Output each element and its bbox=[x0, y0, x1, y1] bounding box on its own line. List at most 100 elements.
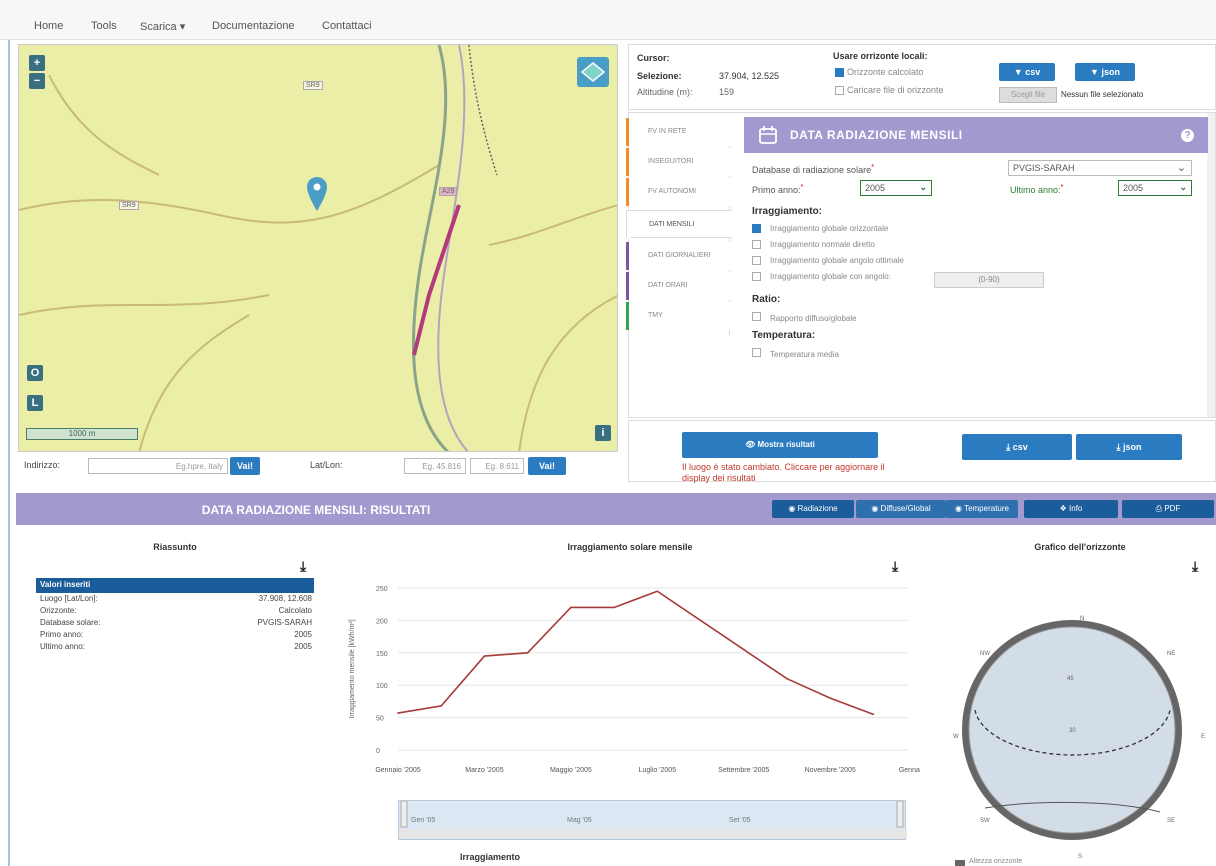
pdf-button[interactable]: ⎙ PDF bbox=[1122, 500, 1214, 518]
horizon-dir: NW bbox=[980, 651, 990, 657]
cursor-panel: Cursor: Selezione: 37.904, 12.525 Altitu… bbox=[628, 44, 1216, 110]
nav-tools[interactable]: Tools bbox=[91, 20, 117, 32]
horizon-json-button[interactable]: ▼ json bbox=[1075, 63, 1135, 81]
calendar-icon bbox=[759, 126, 777, 144]
tab-tmy[interactable]: TMY bbox=[626, 302, 730, 330]
horizon-chart: N NW NE W E SW SE S 45 30 bbox=[953, 616, 1205, 860]
lon-input[interactable]: Eg. 8.611 bbox=[470, 458, 524, 474]
tab-monthly[interactable]: DATI MENSILI bbox=[626, 210, 732, 239]
download-icon[interactable]: ⤓ bbox=[1192, 558, 1198, 575]
horizon-ring-label: 30 bbox=[1069, 728, 1076, 734]
tab-hourly[interactable]: DATI ORARI bbox=[626, 272, 730, 300]
scrollbar[interactable] bbox=[1207, 113, 1215, 417]
data-point bbox=[570, 606, 572, 609]
choose-file-button[interactable]: Scegli file bbox=[999, 87, 1057, 103]
start-year-label: Primo anno:* bbox=[752, 182, 804, 195]
next-chart-title: Irraggiamento bbox=[459, 852, 520, 862]
map-terrain bbox=[19, 45, 617, 451]
data-point bbox=[526, 652, 529, 654]
x-tick-label: Gennaio '2005 bbox=[375, 767, 420, 774]
nav-contact[interactable]: Contattaci bbox=[322, 20, 372, 32]
data-point bbox=[742, 648, 745, 651]
horizon-calc-label: Orizzonte calcolato bbox=[847, 67, 924, 77]
help-icon[interactable]: ? bbox=[1181, 129, 1194, 142]
temperature-checkbox[interactable] bbox=[752, 348, 761, 357]
ratio-checkbox[interactable] bbox=[752, 312, 761, 321]
tab-tracking[interactable]: INSEGUITORI bbox=[626, 148, 730, 176]
eye-icon: ◉ bbox=[871, 504, 879, 513]
horizon-file-label: Caricare file di orizzonte bbox=[847, 85, 944, 95]
horizon-csv-button[interactable]: ▼ csv bbox=[999, 63, 1055, 81]
map-button-l[interactable]: L bbox=[27, 395, 43, 411]
x-tick-label: Settembre '2005 bbox=[718, 767, 769, 774]
irr-global-h-checkbox[interactable] bbox=[752, 224, 761, 233]
results-csv-button[interactable]: ⤓ csv bbox=[962, 434, 1072, 460]
irr-optimal-checkbox[interactable] bbox=[752, 256, 761, 265]
data-point bbox=[656, 590, 659, 593]
range-navigator[interactable]: Gen '05 Mag '05 Set '05 bbox=[398, 800, 907, 840]
irr-direct-checkbox[interactable] bbox=[752, 240, 761, 249]
horizon-options-title: Usare orrizonte locali: bbox=[833, 51, 928, 61]
horizon-legend: Altezza orizzonte bbox=[969, 858, 1023, 865]
left-border bbox=[8, 40, 10, 866]
irr-option-label: Irraggiamento normale diretto bbox=[770, 240, 875, 249]
lat-input[interactable]: Eg. 45.816 bbox=[404, 458, 466, 474]
no-file-label: Nessun file selezionato bbox=[1061, 90, 1144, 99]
horizon-file-checkbox[interactable] bbox=[835, 86, 844, 95]
end-year-select[interactable]: 2005 ⌄ bbox=[1118, 180, 1192, 196]
latlon-go-button[interactable]: Vai! bbox=[528, 457, 566, 475]
horizon-dir: E bbox=[1201, 734, 1205, 740]
summary-row: Orizzonte: Calcolato bbox=[40, 606, 312, 615]
location-changed-warning: Il luogo è stato cambiato. Cliccare per … bbox=[682, 462, 885, 483]
navigator-label: Mag '05 bbox=[567, 817, 592, 824]
map-info-button[interactable]: i bbox=[595, 425, 611, 441]
tab-daily[interactable]: DATI GIORNALIERI bbox=[626, 242, 730, 270]
irr-option-label: Irraggiamento globale angolo ottimale bbox=[770, 256, 904, 265]
info-icon: ❖ bbox=[1059, 504, 1067, 513]
db-label: Database di radiazione solare* bbox=[752, 162, 874, 175]
horizon-dir: NE bbox=[1167, 651, 1175, 657]
x-tick-label: Marzo '2005 bbox=[465, 767, 503, 774]
data-point bbox=[440, 705, 443, 707]
location-pin-icon[interactable] bbox=[307, 177, 327, 211]
horizon-dir: SE bbox=[1167, 818, 1175, 824]
horizon-calc-checkbox[interactable] bbox=[835, 68, 844, 77]
nav-home[interactable]: Home bbox=[34, 20, 63, 32]
map-button-o[interactable]: O bbox=[27, 365, 43, 381]
radiation-tab-button[interactable]: ◉ Radiazione bbox=[772, 500, 854, 518]
data-point bbox=[829, 697, 832, 699]
show-results-button[interactable]: 👁 Mostra risultati bbox=[682, 432, 878, 458]
temperature-tab-button[interactable]: ◉ Temperature bbox=[946, 500, 1018, 518]
summary-title: Riassunto bbox=[153, 542, 197, 552]
db-select[interactable]: PVGIS-SARAH ⌄ bbox=[1008, 160, 1192, 176]
zoom-in-button[interactable]: + bbox=[29, 55, 45, 71]
map-view[interactable]: SR9 SR9 A29 + − O L i bbox=[18, 44, 618, 452]
x-tick-label: Luglio '2005 bbox=[639, 767, 677, 774]
download-icon[interactable]: ⤓ bbox=[300, 558, 306, 575]
tab-offgrid[interactable]: FV AUTONOMI bbox=[626, 178, 730, 206]
summary-row: Database solare: PVGIS-SARAH bbox=[40, 618, 312, 627]
address-input[interactable]: Eg.hpre, Italy bbox=[88, 458, 228, 474]
address-go-button[interactable]: Vai! bbox=[230, 457, 260, 475]
horizon-dir: S bbox=[1078, 854, 1082, 860]
start-year-select[interactable]: 2005 ⌄ bbox=[860, 180, 932, 196]
nav-download-menu[interactable]: Scarica ▾ bbox=[140, 20, 185, 33]
irradiation-title: Irraggiamento: bbox=[752, 206, 823, 217]
angle-input[interactable]: (0-90) bbox=[934, 272, 1044, 288]
irr-angle-checkbox[interactable] bbox=[752, 272, 761, 281]
diffuse-global-tab-button[interactable]: ◉ Diffuse/Global bbox=[856, 500, 946, 518]
selection-label: Selezione: bbox=[637, 71, 682, 81]
tab-grid-pv[interactable]: FV IN RETE bbox=[626, 118, 730, 146]
results-json-button[interactable]: ⤓ json bbox=[1076, 434, 1182, 460]
y-tick-label: 200 bbox=[376, 618, 388, 625]
road-label: SR9 bbox=[303, 81, 323, 90]
irr-option-label: Irraggiamento globale con angolo: bbox=[770, 272, 891, 281]
print-icon: ⎙ bbox=[1155, 504, 1163, 513]
nav-docs[interactable]: Documentazione bbox=[212, 20, 295, 32]
zoom-out-button[interactable]: − bbox=[29, 73, 45, 89]
data-point bbox=[786, 677, 788, 680]
info-button[interactable]: ❖ Info bbox=[1024, 500, 1118, 518]
layers-icon[interactable] bbox=[577, 57, 609, 87]
form-header: DATA RADIAZIONE MENSILI ? bbox=[744, 117, 1208, 153]
form-title: DATA RADIAZIONE MENSILI bbox=[790, 128, 963, 142]
